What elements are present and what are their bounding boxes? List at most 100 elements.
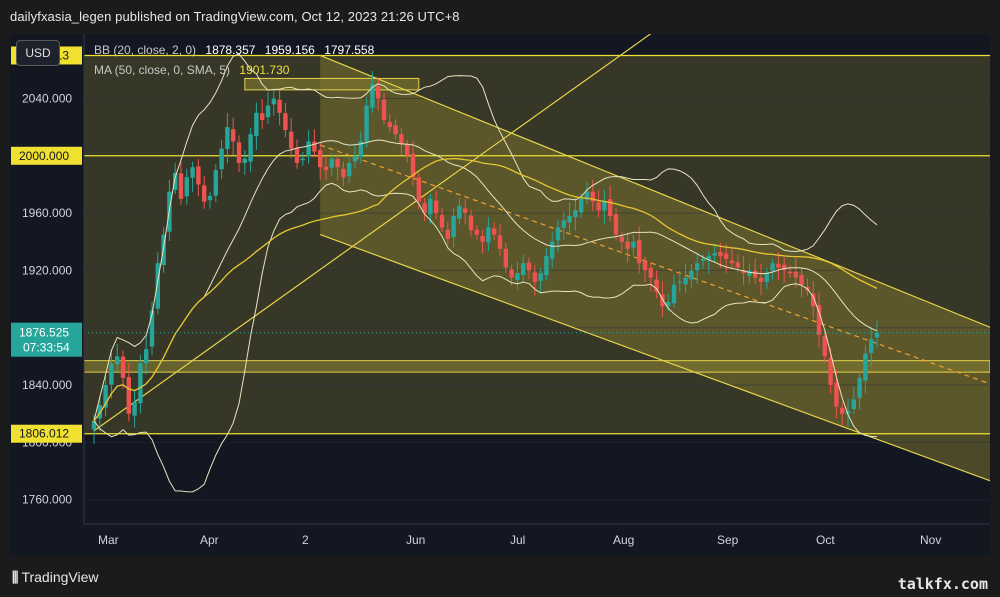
candle-up[interactable] [144,349,149,364]
candle-up[interactable] [138,363,143,404]
currency-button[interactable]: USD [16,40,60,66]
candle-up[interactable] [567,215,572,223]
candle-down[interactable] [312,141,317,152]
candle-down[interactable] [393,125,398,135]
candle-down[interactable] [828,358,833,386]
candle-down[interactable] [283,113,288,130]
candle-up[interactable] [184,177,189,197]
candle-down[interactable] [492,228,497,235]
candle-up[interactable] [700,258,706,261]
candle-down[interactable] [613,214,619,235]
candle-up[interactable] [631,241,636,248]
candle-down[interactable] [416,177,421,202]
candle-up[interactable] [602,201,607,211]
candle-down[interactable] [782,264,787,271]
candle-down[interactable] [718,251,723,257]
candle-down[interactable] [834,382,839,407]
candle-down[interactable] [654,279,659,292]
candle-up[interactable] [132,402,137,416]
candle-down[interactable] [735,262,740,268]
candle-down[interactable] [434,200,439,214]
ma-legend[interactable]: MA (50, close, 0, SMA, 5) 1901.730 [94,63,289,77]
candle-up[interactable] [521,263,526,276]
candle-down[interactable] [318,149,323,168]
candle-up[interactable] [683,277,688,285]
candle-down[interactable] [335,158,340,168]
candle-down[interactable] [503,248,508,268]
candle-up[interactable] [347,162,352,177]
candle-up[interactable] [457,205,462,219]
candle-down[interactable] [178,173,184,199]
candle-down[interactable] [758,277,764,282]
candle-up[interactable] [242,158,247,163]
candle-down[interactable] [625,241,630,249]
candle-up[interactable] [115,356,120,365]
candle-up[interactable] [747,270,752,276]
candle-down[interactable] [480,236,485,242]
candle-up[interactable] [207,195,213,201]
candle-down[interactable] [642,261,648,271]
candle-down[interactable] [277,99,282,113]
candle-down[interactable] [648,267,653,278]
candle-down[interactable] [468,215,474,231]
candle-up[interactable] [451,215,456,238]
candle-down[interactable] [381,99,387,120]
candle-down[interactable] [637,240,642,264]
candle-down[interactable] [753,270,758,278]
resistance-zone[interactable] [244,77,420,91]
candle-up[interactable] [851,399,856,410]
candle-down[interactable] [724,253,729,259]
candle-down[interactable] [231,129,236,142]
candle-up[interactable] [561,220,566,228]
candle-up[interactable] [515,273,520,281]
candle-up[interactable] [538,273,543,281]
candle-up[interactable] [857,377,862,398]
candle-up[interactable] [555,227,561,241]
candle-down[interactable] [260,113,265,120]
candle-up[interactable] [364,105,369,142]
candle-up[interactable] [579,198,584,213]
candle-up[interactable] [248,134,253,162]
candle-down[interactable] [399,133,404,145]
candle-up[interactable] [190,167,195,178]
bb-legend[interactable]: BB (20, close, 2, 0) 1878.357 1959.156 1… [94,43,374,57]
candle-down[interactable] [822,335,827,357]
tradingview-logo[interactable]: ⫼ TradingView [12,569,99,586]
candle-up[interactable] [225,127,230,150]
candle-up[interactable] [874,332,880,338]
candle-up[interactable] [695,263,700,271]
candle-down[interactable] [463,208,468,214]
candle-down[interactable] [323,166,329,171]
candle-up[interactable] [219,148,224,170]
candle-down[interactable] [196,166,201,185]
candle-up[interactable] [352,155,358,162]
candle-up[interactable] [265,105,271,118]
candle-up[interactable] [689,270,694,280]
candle-up[interactable] [213,170,218,196]
candle-down[interactable] [126,377,131,414]
candle-down[interactable] [729,260,735,264]
candle-down[interactable] [526,262,532,271]
candle-down[interactable] [289,131,294,149]
candle-down[interactable] [497,235,503,249]
candle-down[interactable] [376,86,381,99]
candle-down[interactable] [619,236,624,242]
candle-up[interactable] [306,141,311,157]
candle-up[interactable] [863,353,868,381]
candle-down[interactable] [120,356,126,378]
candle-up[interactable] [550,241,555,259]
candle-up[interactable] [109,363,114,385]
candle-up[interactable] [486,227,491,243]
candle-up[interactable] [770,263,775,271]
support-zone[interactable] [83,360,990,373]
candle-up[interactable] [254,112,259,137]
candle-up[interactable] [712,253,717,256]
candle-down[interactable] [596,202,601,211]
candle-down[interactable] [236,142,242,163]
candle-down[interactable] [816,304,822,335]
candle-up[interactable] [544,256,549,276]
price-chart[interactable]: 2040.0002000.0001960.0001920.0001880.000… [10,34,990,556]
candle-down[interactable] [509,269,514,278]
candle-up[interactable] [271,98,276,105]
candle-up[interactable] [428,198,433,215]
